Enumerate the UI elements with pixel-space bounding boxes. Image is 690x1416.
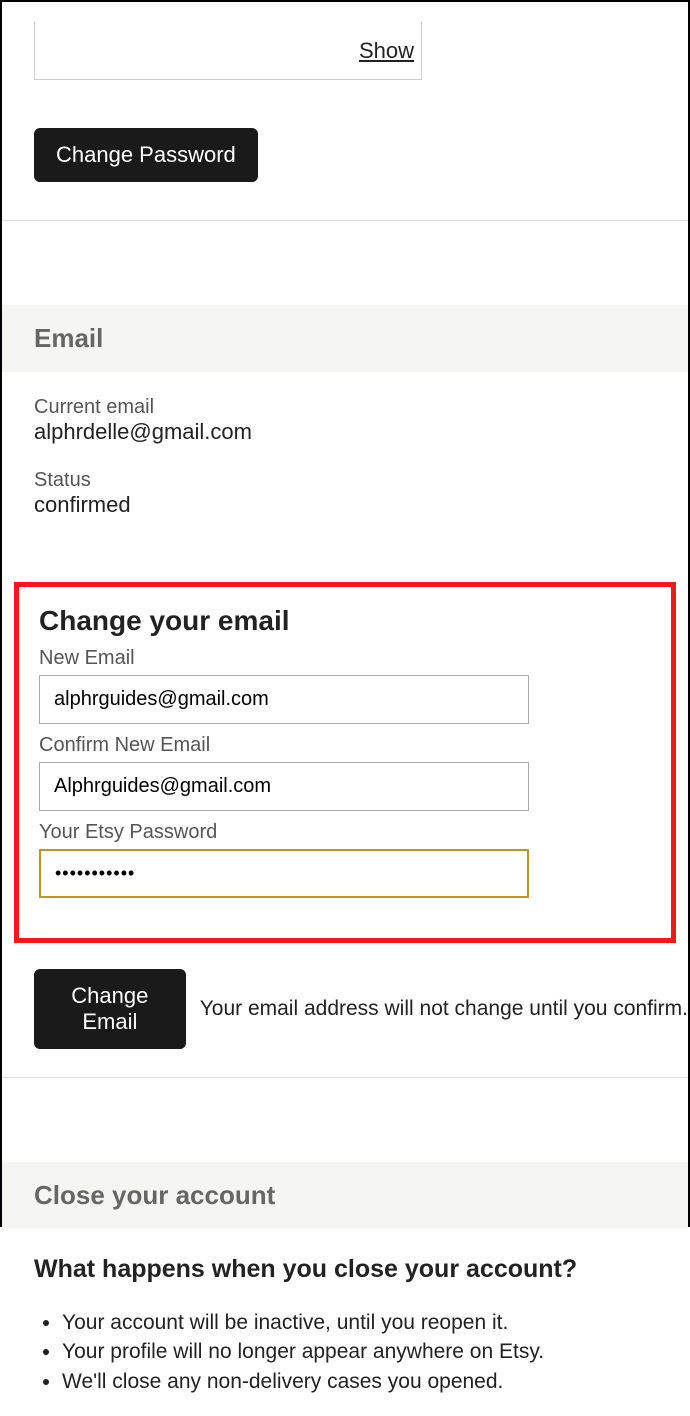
status-value: confirmed — [34, 492, 656, 518]
change-email-note: Your email address will not change until… — [200, 997, 688, 1021]
change-password-button[interactable]: Change Password — [34, 128, 258, 182]
close-account-subtitle: What happens when you close your account… — [34, 1255, 656, 1284]
settings-page: Show Change Password Email Current email… — [2, 22, 688, 1416]
password-field-wrap: Show — [34, 22, 422, 80]
etsy-password-label: Your Etsy Password — [39, 821, 651, 844]
close-account-body: What happens when you close your account… — [2, 1229, 688, 1416]
email-section-body: Current email alphrdelle@gmail.com Statu… — [2, 372, 688, 570]
close-account-header: Close your account — [2, 1162, 688, 1229]
change-email-row: Change Email Your email address will not… — [34, 969, 688, 1049]
new-email-label: New Email — [39, 647, 651, 670]
list-item: We'll close any non-delivery cases you o… — [62, 1367, 656, 1396]
change-email-title: Change your email — [39, 605, 651, 637]
status-label: Status — [34, 469, 656, 492]
show-password-link[interactable]: Show — [359, 38, 414, 64]
confirm-email-input[interactable] — [39, 762, 529, 811]
list-item: Your account will be inactive, until you… — [62, 1308, 656, 1337]
current-email-label: Current email — [34, 396, 656, 419]
new-email-input[interactable] — [39, 675, 529, 724]
change-email-highlight: Change your email New Email Confirm New … — [14, 582, 676, 943]
change-email-button[interactable]: Change Email — [34, 969, 186, 1049]
email-section-header: Email — [2, 305, 688, 372]
list-item: Your profile will no longer appear anywh… — [62, 1337, 656, 1366]
close-account-bullets: Your account will be inactive, until you… — [34, 1308, 656, 1396]
current-email-value: alphrdelle@gmail.com — [34, 419, 656, 445]
confirm-email-label: Confirm New Email — [39, 734, 651, 757]
etsy-password-input[interactable] — [39, 849, 529, 898]
